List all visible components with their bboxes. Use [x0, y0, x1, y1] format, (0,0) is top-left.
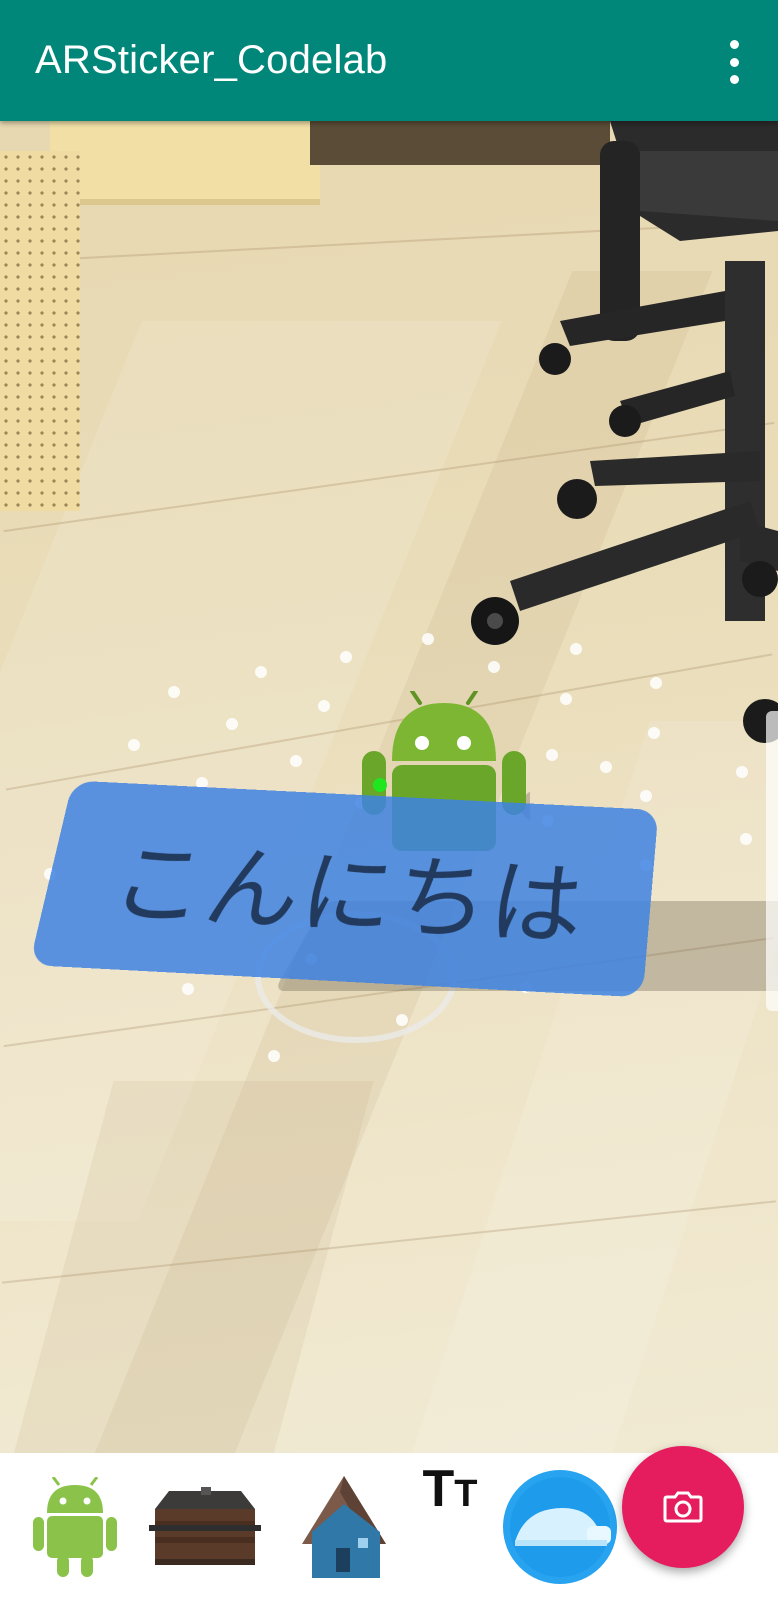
camera-icon	[663, 1491, 703, 1523]
more-vert-icon[interactable]	[722, 40, 746, 84]
edge-handle[interactable]	[766, 711, 778, 1011]
android-icon[interactable]	[25, 1453, 125, 1600]
app-title: ARSticker_Codelab	[35, 38, 387, 83]
text-sticker-card[interactable]: こんにちは	[29, 781, 658, 998]
pegboard	[0, 151, 80, 511]
igloo-icon[interactable]	[500, 1453, 620, 1600]
camera-button[interactable]	[622, 1446, 744, 1568]
text-sticker-label: こんにちは	[102, 810, 592, 964]
ar-camera-view[interactable]: こんにちは	[0, 121, 778, 1453]
text-sticker[interactable]: こんにちは	[50, 781, 670, 1001]
shelf	[50, 121, 320, 205]
app-bar: ARSticker_Codelab	[0, 0, 778, 121]
text-tool-icon[interactable]: TT	[410, 1453, 490, 1600]
cabin-icon[interactable]	[145, 1453, 265, 1600]
house-icon[interactable]	[295, 1453, 395, 1600]
